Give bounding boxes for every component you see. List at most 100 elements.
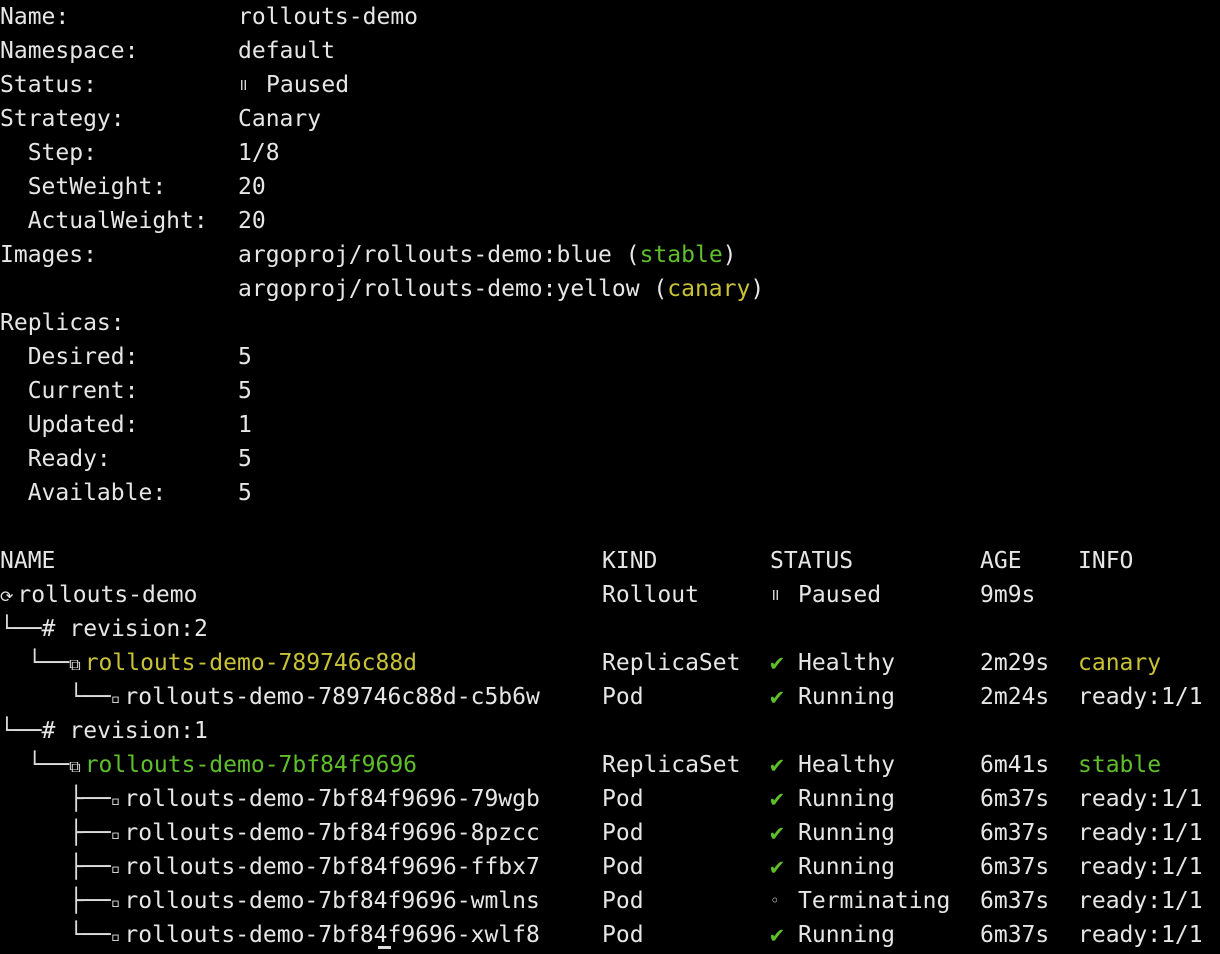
tree-connector: ├── xyxy=(0,888,111,914)
row-name-cell: ├──▫ rollouts-demo-7bf84f9696-79wgb xyxy=(0,782,540,818)
row-info: canary xyxy=(1078,650,1162,676)
check-icon: ✔ xyxy=(770,684,784,710)
canary-tag: canary xyxy=(667,276,751,302)
summary-ready-row: Ready: 5 xyxy=(0,442,1220,476)
tree-connector: └── xyxy=(0,718,42,744)
row-kind: ReplicaSet xyxy=(602,650,741,676)
row-name-cell: └──# revision:1 xyxy=(0,714,208,748)
table-row: └──⧉ rollouts-demo-7bf84f9696 ReplicaSet ✔ H… xyxy=(0,748,1220,782)
row-name: revision:2 xyxy=(69,616,208,642)
row-name: rollouts-demo-7bf84f9696 xyxy=(84,752,418,778)
header-info: INFO xyxy=(1078,548,1134,574)
summary-desired-row: Desired: 5 xyxy=(0,340,1220,374)
pause-icon: ॥ xyxy=(770,585,780,604)
row-age: 6m37s xyxy=(980,786,1050,812)
row-name: rollouts-demo-7bf84f9696-ffbx7 xyxy=(124,854,540,880)
status-value: Paused xyxy=(266,72,350,98)
row-name: rollouts-demo-7bf84f9696-xwlf8 xyxy=(124,922,540,948)
table-row: └──▫ rollouts-demo-7bf84f9696-xwlf8 Pod ✔ Ru… xyxy=(0,918,1220,952)
row-name-cell: └──# revision:2 xyxy=(0,612,208,646)
table-row: └──# revision:2 xyxy=(0,612,1220,646)
current-value: 5 xyxy=(238,378,252,404)
check-icon: ✔ xyxy=(770,786,784,812)
row-name-cell: ├──▫ rollouts-demo-7bf84f9696-wmlns xyxy=(0,884,540,920)
row-kind: Pod xyxy=(602,854,644,880)
revision-icon: # xyxy=(41,616,56,642)
step-label: Step: xyxy=(0,140,97,166)
row-status: Running xyxy=(798,820,895,846)
header-status: STATUS xyxy=(770,548,854,574)
tree-connector: └── xyxy=(0,650,70,676)
available-value: 5 xyxy=(238,480,252,506)
tree-connector: └── xyxy=(0,922,111,948)
tree-connector: └── xyxy=(0,616,42,642)
image-entry-canary: argoproj/rollouts-demo:yellow (canary) xyxy=(238,272,764,306)
name-label: Name: xyxy=(0,4,70,30)
terminal-cursor xyxy=(378,946,391,949)
row-age: 6m37s xyxy=(980,922,1050,948)
row-age: 6m37s xyxy=(980,888,1050,914)
terminating-icon: ◦ xyxy=(770,891,780,910)
row-age: 9m9s xyxy=(980,582,1036,608)
replicaset-icon: ⧉ xyxy=(69,757,81,776)
strategy-label: Strategy: xyxy=(0,106,125,132)
row-age: 6m41s xyxy=(980,752,1050,778)
summary-name-row: Name: rollouts-demo xyxy=(0,0,1220,34)
summary-setweight-row: SetWeight: 20 xyxy=(0,170,1220,204)
row-status: Running xyxy=(798,854,895,880)
table-row: ├──▫ rollouts-demo-7bf84f9696-wmlns Pod ◦ Te… xyxy=(0,884,1220,918)
header-age: AGE xyxy=(980,548,1022,574)
pod-icon: ▫ xyxy=(110,859,121,878)
stable-tag: stable xyxy=(639,242,723,268)
desired-value: 5 xyxy=(238,344,252,370)
row-name-cell: ├──▫ rollouts-demo-7bf84f9696-ffbx7 xyxy=(0,850,540,886)
image1-name: argoproj/rollouts-demo:blue ( xyxy=(238,242,640,268)
row-name-cell: ⟳ rollouts-demo xyxy=(0,578,197,614)
table-row: ├──▫ rollouts-demo-7bf84f9696-79wgb Pod ✔ Ru… xyxy=(0,782,1220,816)
row-kind: ReplicaSet xyxy=(602,752,741,778)
image-entry-stable: argoproj/rollouts-demo:blue (stable) xyxy=(238,238,737,272)
replicaset-icon: ⧉ xyxy=(69,655,81,674)
row-kind: Pod xyxy=(602,888,644,914)
current-label: Current: xyxy=(0,378,139,404)
table-row: ├──▫ rollouts-demo-7bf84f9696-ffbx7 Pod ✔ Ru… xyxy=(0,850,1220,884)
ready-label: Ready: xyxy=(0,446,111,472)
row-info: ready:1/1 xyxy=(1078,820,1203,846)
row-status: Paused xyxy=(798,582,882,608)
row-info: ready:1/1 xyxy=(1078,922,1203,948)
check-icon: ✔ xyxy=(770,752,784,778)
row-kind: Pod xyxy=(602,684,644,710)
row-status: Running xyxy=(798,786,895,812)
tree-connector: └── xyxy=(0,684,111,710)
tree-connector: ├── xyxy=(0,854,111,880)
row-info: stable xyxy=(1078,752,1162,778)
row-kind: Rollout xyxy=(602,582,699,608)
setweight-label: SetWeight: xyxy=(0,174,167,200)
image2-close: ) xyxy=(750,276,765,302)
row-info: ready:1/1 xyxy=(1078,684,1203,710)
row-name: rollouts-demo xyxy=(17,582,198,608)
pod-icon: ▫ xyxy=(110,689,121,708)
check-icon: ✔ xyxy=(770,922,784,948)
row-age: 2m29s xyxy=(980,650,1050,676)
terminal-window: Name: rollouts-demo Namespace: default S… xyxy=(0,0,1220,952)
summary-step-row: Step: 1/8 xyxy=(0,136,1220,170)
tree-connector: ├── xyxy=(0,820,111,846)
namespace-label: Namespace: xyxy=(0,38,139,64)
row-name: rollouts-demo-789746c88d xyxy=(84,650,418,676)
summary-current-row: Current: 5 xyxy=(0,374,1220,408)
setweight-value: 20 xyxy=(238,174,266,200)
summary-images-row: Images: argoproj/rollouts-demo:blue (sta… xyxy=(0,238,1220,272)
check-icon: ✔ xyxy=(770,650,784,676)
check-icon: ✔ xyxy=(770,854,784,880)
strategy-value: Canary xyxy=(238,106,322,132)
image1-close: ) xyxy=(722,242,737,268)
revision-icon: # xyxy=(41,718,56,744)
row-name: rollouts-demo-789746c88d-c5b6w xyxy=(124,684,540,710)
table-header: NAME KIND STATUS AGE INFO xyxy=(0,544,1220,578)
row-info: ready:1/1 xyxy=(1078,854,1203,880)
summary-images-row-2: argoproj/rollouts-demo:yellow (canary) xyxy=(0,272,1220,306)
actualweight-value: 20 xyxy=(238,208,266,234)
pod-icon: ▫ xyxy=(110,791,121,810)
pod-icon: ▫ xyxy=(110,825,121,844)
